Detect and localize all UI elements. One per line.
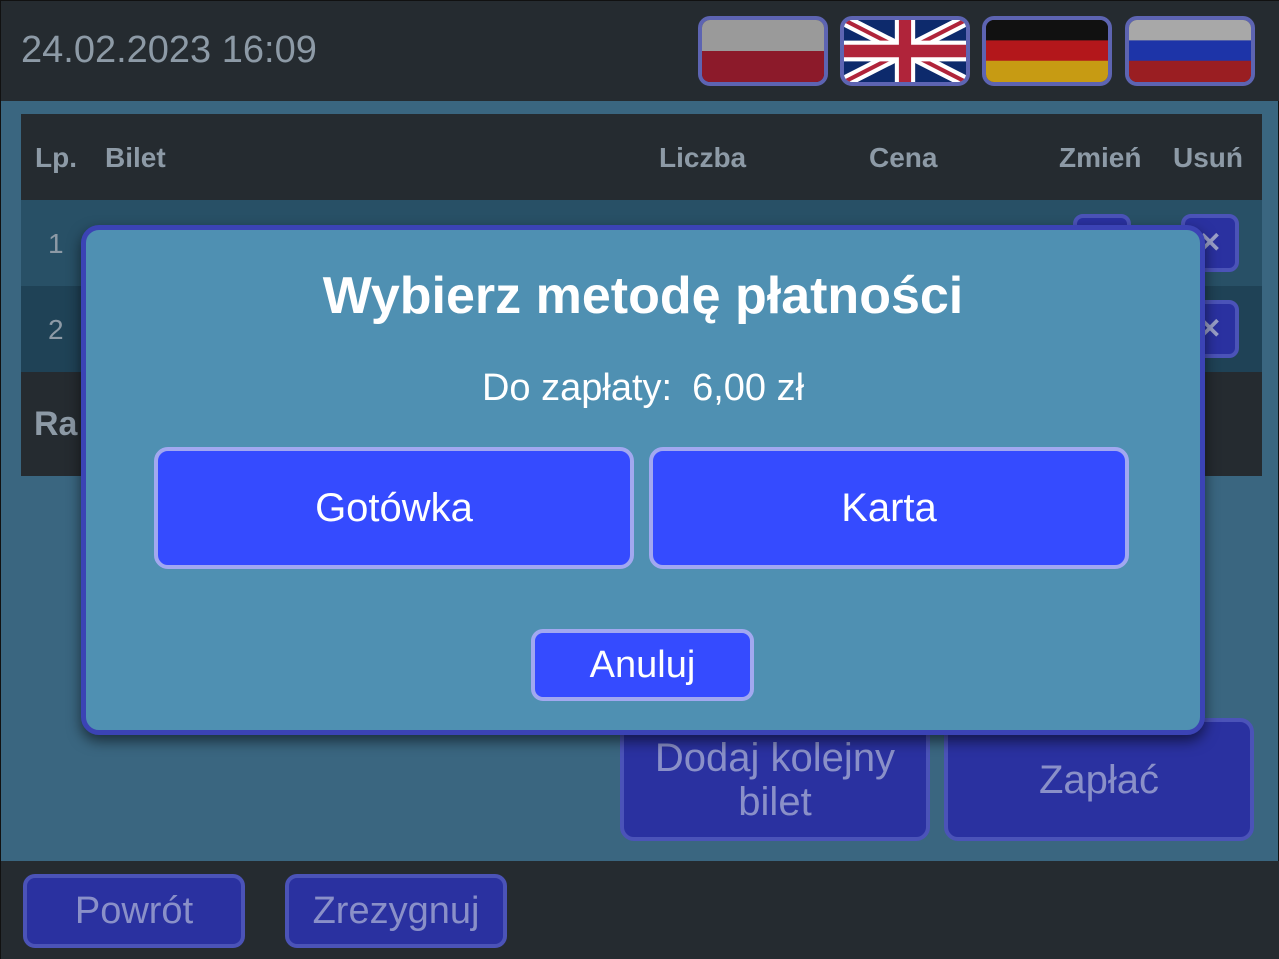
amount-value: 6,00 zł xyxy=(692,367,805,409)
cash-button[interactable]: Gotówka xyxy=(154,447,634,569)
russia-flag-icon xyxy=(1129,20,1251,82)
row-number: 2 xyxy=(48,314,64,345)
pay-button[interactable]: Zapłać xyxy=(944,718,1254,841)
column-count: Liczba xyxy=(659,142,747,173)
card-button[interactable]: Karta xyxy=(649,447,1129,569)
add-ticket-button[interactable]: Dodaj kolejny bilet xyxy=(620,718,930,841)
uk-flag-icon xyxy=(844,20,966,82)
column-price: Cena xyxy=(869,142,938,173)
table-header: Lp. Bilet Liczba Cena Zmień Usuń xyxy=(21,114,1262,200)
row-number: 1 xyxy=(48,228,64,259)
column-lp: Lp. xyxy=(35,142,77,173)
language-de-button[interactable] xyxy=(982,16,1112,86)
amount-label: Do zapłaty: xyxy=(481,367,673,409)
dialog-title: Wybierz metodę płatności xyxy=(322,267,964,325)
resign-button[interactable]: Zrezygnuj xyxy=(285,874,507,948)
back-button[interactable]: Powrót xyxy=(23,874,245,948)
germany-flag-icon xyxy=(986,20,1108,82)
column-ticket: Bilet xyxy=(105,142,166,173)
datetime-label: 24.02.2023 16:09 xyxy=(21,29,317,71)
payment-method-dialog: Wybierz metodę płatności Do zapłaty: 6,00… xyxy=(81,225,1205,735)
language-ru-button[interactable] xyxy=(1125,16,1255,86)
column-change: Zmień xyxy=(1059,142,1142,173)
cancel-button[interactable]: Anuluj xyxy=(531,629,754,701)
language-en-button[interactable] xyxy=(840,16,970,86)
summary-label: Ra xyxy=(34,405,78,443)
footer-bar: Powrót Zrezygnuj xyxy=(1,861,1279,959)
amount-due: Do zapłaty: 6,00 zł xyxy=(86,367,1200,410)
poland-flag-icon xyxy=(702,20,824,82)
language-pl-button[interactable] xyxy=(698,16,828,86)
header-bar: 24.02.2023 16:09 xyxy=(1,1,1279,101)
column-remove: Usuń xyxy=(1173,142,1243,173)
